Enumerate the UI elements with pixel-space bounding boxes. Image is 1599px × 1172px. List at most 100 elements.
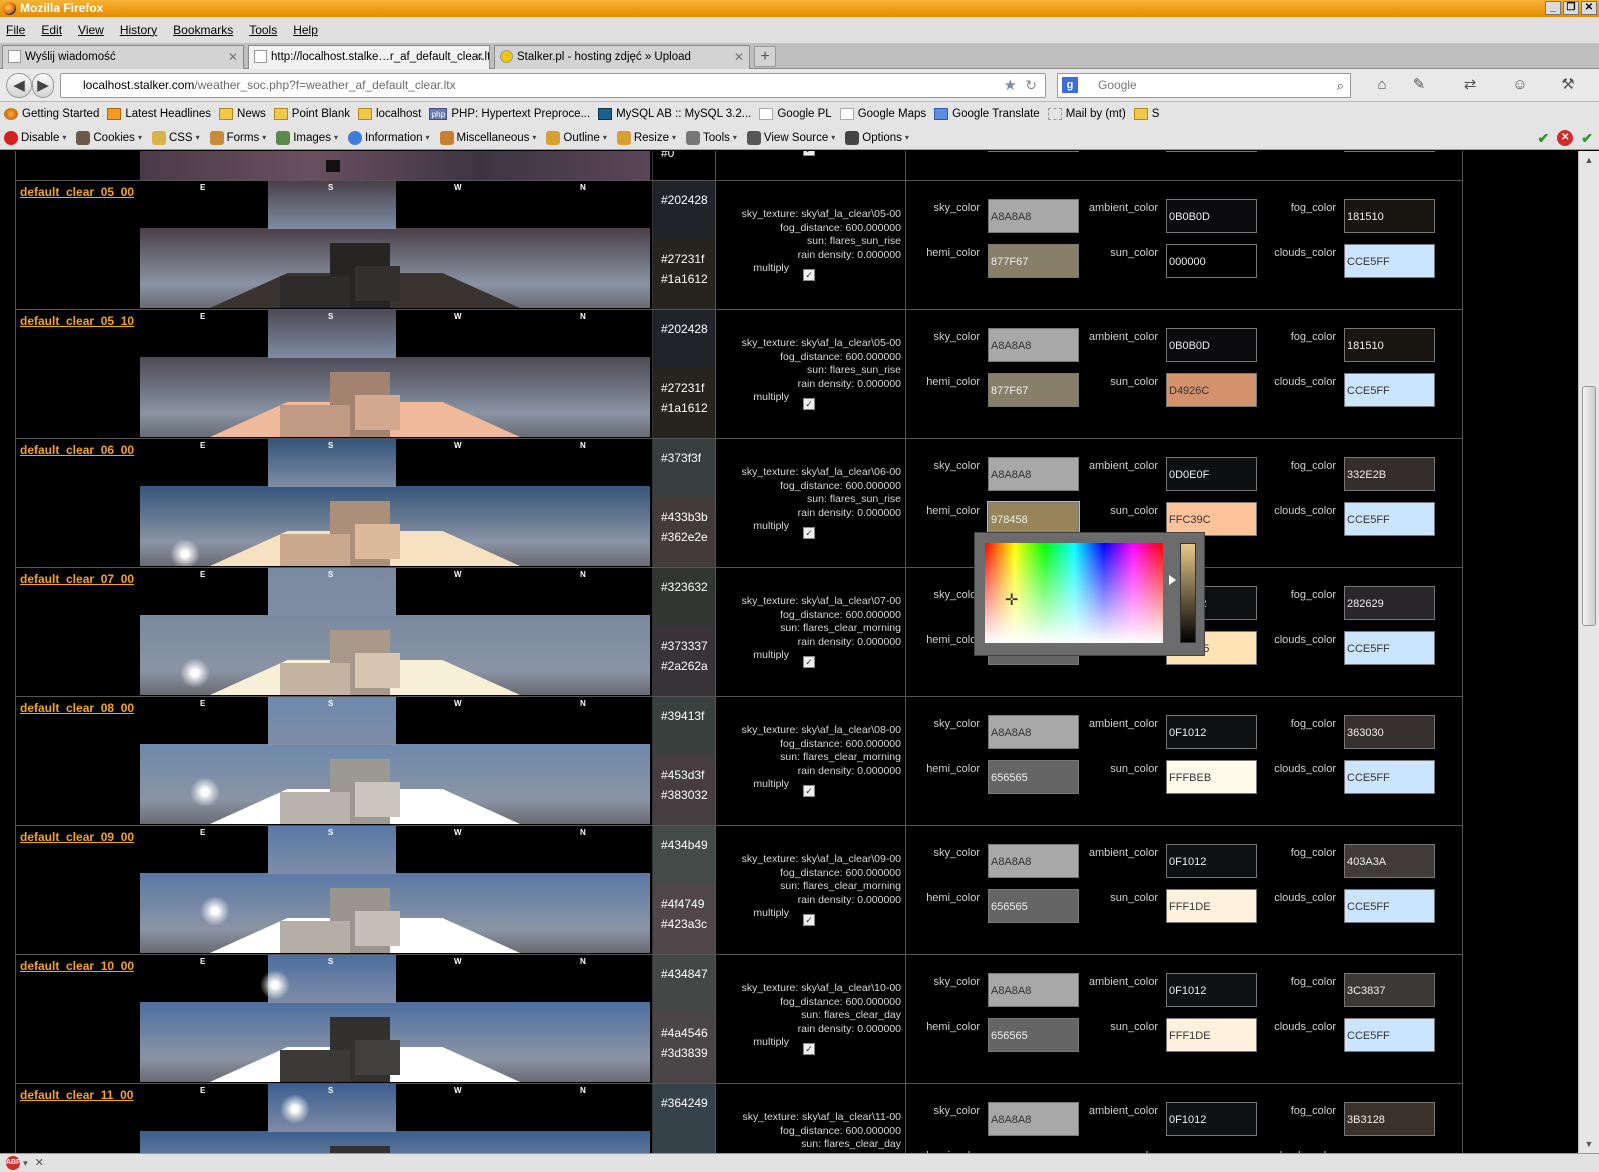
translate-icon[interactable]: ⇄: [1460, 75, 1480, 95]
clouds-color-swatch[interactable]: CCE5FF: [1344, 244, 1435, 278]
google-icon[interactable]: g: [1062, 77, 1078, 93]
check-icon[interactable]: ✔: [1581, 130, 1593, 147]
sky-color-swatch[interactable]: A8A8A8: [988, 1102, 1079, 1136]
multiply-checkbox[interactable]: ✓: [803, 151, 815, 156]
dev-menu-tools[interactable]: Tools ▾: [686, 130, 737, 145]
bookmark-item[interactable]: MySQL AB :: MySQL 3.2...: [598, 108, 751, 120]
dev-menu-disable[interactable]: Disable ▾: [4, 130, 66, 145]
clouds-color-swatch[interactable]: CCE5FF: [1344, 631, 1435, 665]
menu-help[interactable]: Help: [293, 23, 318, 37]
ambient-color-swatch[interactable]: 0B0B0D: [1166, 199, 1257, 233]
row-name-link[interactable]: default_clear_07_00: [20, 572, 152, 586]
ambient-color-swatch[interactable]: 0B0B0D: [1166, 328, 1257, 362]
tab-stalker[interactable]: Stalker.pl - hosting zdjęć » Upload ✕: [494, 45, 750, 69]
brightness-slider[interactable]: [1180, 543, 1196, 643]
sun-color-swatch[interactable]: 000000: [1166, 244, 1257, 278]
sky-color-swatch[interactable]: A8A8A8: [988, 328, 1079, 362]
bookmark-item[interactable]: php PHP: Hypertext Preproce...: [429, 108, 590, 120]
row-name-link[interactable]: default_clear_05_10: [20, 314, 152, 328]
hemi-color-swatch[interactable]: 656565: [988, 889, 1079, 923]
fog-color-swatch[interactable]: 3B3128: [1344, 1102, 1435, 1136]
multiply-checkbox[interactable]: ✓: [803, 527, 815, 539]
menu-edit[interactable]: Edit: [41, 23, 62, 37]
bookmark-star-icon[interactable]: ★: [1004, 74, 1017, 97]
multiply-checkbox[interactable]: ✓: [803, 398, 815, 410]
hemi-color-swatch[interactable]: 656565: [988, 1018, 1079, 1052]
tab-close-icon[interactable]: ✕: [228, 46, 238, 68]
clouds-color-swatch[interactable]: CCE5FF: [1344, 889, 1435, 923]
sky-color-swatch[interactable]: A8A8A8: [988, 715, 1079, 749]
dev-menu-resize[interactable]: Resize ▾: [616, 130, 676, 145]
bookmark-item[interactable]: Getting Started: [4, 108, 99, 120]
tab-close-icon[interactable]: ✕: [734, 46, 744, 68]
sun-color-swatch[interactable]: D4926C: [1166, 373, 1257, 407]
hue-slider-arrow-icon[interactable]: [1169, 575, 1176, 585]
color-picker-popup[interactable]: ✛: [974, 532, 1205, 656]
forward-button[interactable]: ▶: [32, 73, 54, 98]
hemi-color-swatch[interactable]: 877F67: [988, 244, 1079, 278]
row-name-link[interactable]: default_clear_11_00: [20, 1088, 152, 1102]
bookmark-item[interactable]: Google Maps: [839, 108, 926, 120]
hemi-color-swatch[interactable]: 656565: [988, 760, 1079, 794]
row-name-link[interactable]: default_clear_10_00: [20, 959, 152, 973]
vertical-scrollbar[interactable]: ▲ ▼: [1578, 151, 1599, 1153]
scroll-up-arrow-icon[interactable]: ▲: [1579, 151, 1599, 169]
bookmark-item[interactable]: Google PL: [759, 108, 832, 120]
color-swatch[interactable]: [988, 151, 1079, 152]
clouds-color-swatch[interactable]: CCE5FF: [1344, 502, 1435, 536]
row-name-link[interactable]: default_clear_06_00: [20, 443, 152, 457]
sky-color-swatch[interactable]: A8A8A8: [988, 199, 1079, 233]
fog-color-swatch[interactable]: 3C3837: [1344, 973, 1435, 1007]
color-swatch[interactable]: [1166, 151, 1257, 152]
bookmark-item[interactable]: Mail by (mt): [1047, 108, 1126, 120]
tab-wyslij[interactable]: Wyślij wiadomość ✕: [2, 45, 244, 69]
adblock-dropdown-icon[interactable]: ▾: [23, 1158, 28, 1168]
home-icon[interactable]: ⌂: [1372, 75, 1392, 95]
multiply-checkbox[interactable]: ✓: [803, 785, 815, 797]
close-window-button[interactable]: ✕: [1581, 1, 1597, 15]
greasemonkey-icon[interactable]: ☺: [1510, 75, 1530, 95]
row-name-link[interactable]: default_clear_08_00: [20, 701, 152, 715]
multiply-checkbox[interactable]: ✓: [803, 656, 815, 668]
tab-localhost[interactable]: http://localhost.stalke…r_af_default_cle…: [248, 45, 490, 69]
tools-icon[interactable]: ✎: [1409, 75, 1429, 95]
dev-menu-css[interactable]: CSS ▾: [151, 130, 200, 145]
bookmark-item[interactable]: Latest Headlines: [107, 108, 211, 120]
menu-history[interactable]: History: [120, 23, 157, 37]
scrollbar-thumb[interactable]: [1582, 386, 1596, 626]
search-icon[interactable]: ⌕: [1337, 74, 1344, 97]
hemi-color-swatch[interactable]: 978458: [987, 501, 1080, 537]
reload-icon[interactable]: ↻: [1025, 74, 1037, 97]
dev-menu-view-source[interactable]: View Source ▾: [746, 130, 835, 145]
sky-color-swatch[interactable]: A8A8A8: [988, 844, 1079, 878]
dev-menu-cookies[interactable]: Cookies ▾: [76, 130, 142, 145]
bookmark-item[interactable]: News: [219, 108, 266, 120]
fog-color-swatch[interactable]: 403A3A: [1344, 844, 1435, 878]
adblock-icon[interactable]: ABP: [6, 1156, 21, 1171]
fog-color-swatch[interactable]: 181510: [1344, 199, 1435, 233]
fog-color-swatch[interactable]: 282629: [1344, 586, 1435, 620]
dev-menu-images[interactable]: Images ▾: [276, 130, 338, 145]
minimize-button[interactable]: _: [1545, 1, 1561, 15]
sun-color-swatch[interactable]: FFF1DE: [1166, 1018, 1257, 1052]
ambient-color-swatch[interactable]: 0F1012: [1166, 1102, 1257, 1136]
back-button[interactable]: ◀: [6, 73, 32, 98]
ambient-color-swatch[interactable]: 0F1012: [1166, 973, 1257, 1007]
sky-color-swatch[interactable]: A8A8A8: [988, 457, 1079, 491]
new-tab-button[interactable]: +: [754, 46, 776, 67]
search-bar[interactable]: g Google ⌕: [1057, 73, 1351, 98]
color-swatch[interactable]: [1344, 151, 1435, 152]
menu-view[interactable]: View: [78, 23, 104, 37]
dev-menu-information[interactable]: Information ▾: [347, 130, 430, 145]
hemi-color-swatch[interactable]: 877F67: [988, 373, 1079, 407]
dev-menu-options[interactable]: Options ▾: [845, 130, 909, 145]
close-icon[interactable]: ✕: [35, 1157, 44, 1169]
sun-color-swatch[interactable]: FFF1DE: [1166, 889, 1257, 923]
menu-file[interactable]: File: [6, 23, 25, 37]
bookmark-item[interactable]: Google Translate: [934, 108, 1040, 120]
maximize-button[interactable]: ❐: [1563, 1, 1579, 15]
menu-tools[interactable]: Tools: [249, 23, 277, 37]
dev-menu-miscellaneous[interactable]: Miscellaneous ▾: [439, 130, 536, 145]
bookmark-item[interactable]: Point Blank: [273, 108, 350, 120]
row-name-link[interactable]: default_clear_05_00: [20, 185, 152, 199]
